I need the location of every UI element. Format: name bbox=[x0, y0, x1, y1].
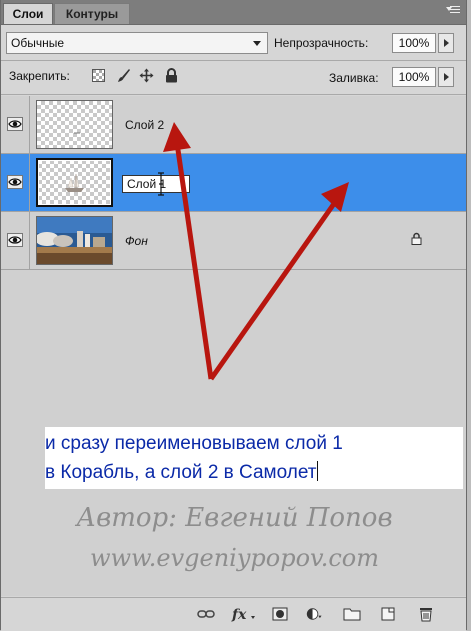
annotation-arrows bbox=[163, 122, 349, 381]
new-group-icon[interactable] bbox=[343, 606, 361, 622]
link-layers-icon[interactable] bbox=[197, 606, 215, 622]
panel-bottom-toolbar: fx bbox=[1, 597, 466, 631]
add-mask-icon[interactable] bbox=[271, 606, 289, 622]
watermark-url: www.evgeniypopov.com bbox=[89, 544, 380, 572]
trash-icon[interactable] bbox=[417, 606, 435, 622]
annotation-box: и сразу переименовываем слой 1 в Корабль… bbox=[45, 427, 463, 489]
annotation-line-1: и сразу переименовываем слой 1 bbox=[45, 433, 343, 454]
layers-panel: Слои Контуры Обычные Непрозрачность: 100… bbox=[0, 0, 467, 631]
watermark-author: Автор: Евгений Попов bbox=[76, 503, 393, 533]
svg-text:fx: fx bbox=[231, 607, 247, 622]
annotation-line-2: в Корабль, а слой 2 в Самолет bbox=[45, 462, 317, 483]
text-caret bbox=[317, 461, 319, 481]
adjustment-layer-icon[interactable] bbox=[306, 606, 324, 622]
fx-icon[interactable]: fx bbox=[231, 606, 257, 622]
new-layer-icon[interactable] bbox=[379, 606, 397, 622]
